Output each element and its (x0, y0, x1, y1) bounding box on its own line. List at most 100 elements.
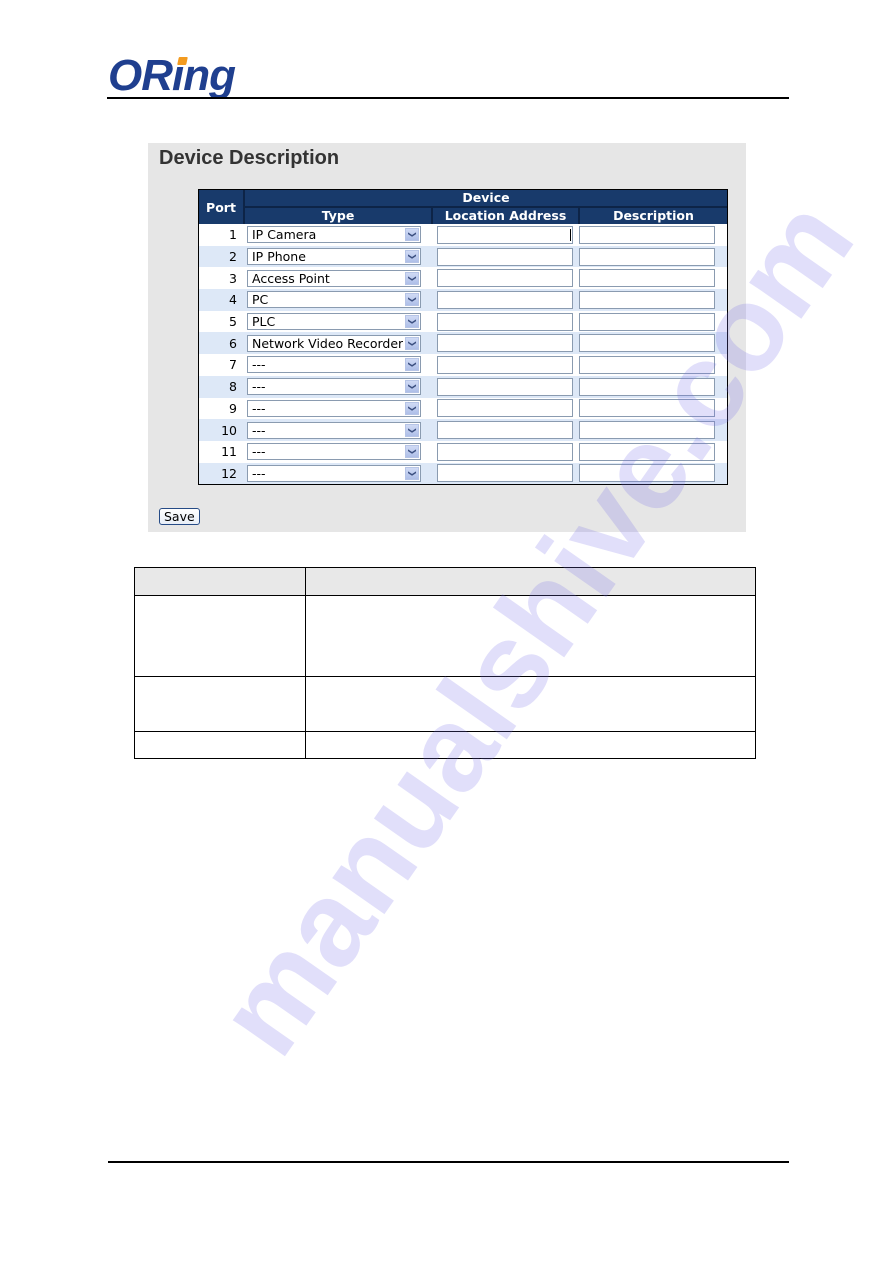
save-button[interactable]: Save (159, 508, 200, 525)
location-address-input[interactable] (437, 312, 573, 331)
table-row: 11 --- ❯ (199, 441, 727, 463)
page-title: Device Description (159, 147, 340, 169)
device-type-value: --- (252, 422, 266, 438)
column-group-device: Device (245, 190, 727, 208)
table-row: 9 --- ❯ (199, 398, 727, 420)
device-type-value: PLC (252, 314, 276, 330)
device-type-select[interactable]: IP Phone ❯ (247, 248, 421, 266)
description-input[interactable] (579, 334, 715, 353)
device-type-select[interactable]: --- ❯ (247, 464, 421, 482)
description-input[interactable] (579, 442, 715, 461)
device-type-select[interactable]: PLC ❯ (247, 313, 421, 331)
description-input[interactable] (579, 225, 715, 244)
row-label (134, 731, 306, 759)
device-type-select[interactable]: PC ❯ (247, 291, 421, 309)
location-address-input[interactable] (437, 269, 573, 288)
chevron-down-icon[interactable]: ❯ (405, 445, 419, 459)
location-address-input[interactable] (437, 225, 573, 244)
port-number: 2 (229, 249, 237, 265)
table-row: 6 Network Video Recorder ❯ (199, 332, 727, 355)
description-input[interactable] (579, 421, 715, 440)
device-type-value: --- (252, 400, 266, 416)
device-type-value: --- (252, 379, 266, 395)
port-number: 6 (229, 335, 237, 351)
table-row (134, 731, 756, 759)
device-type-value: --- (252, 465, 266, 481)
device-description-panel: Device Description Port Device Type Loca… (148, 143, 746, 532)
row-description (305, 676, 756, 732)
table-row (134, 676, 756, 732)
device-type-select[interactable]: IP Camera ❯ (247, 226, 421, 244)
device-type-select[interactable]: --- ❯ (247, 399, 421, 417)
table-row: 7 --- ❯ (199, 354, 727, 376)
description-input[interactable] (579, 247, 715, 266)
device-table: Port Device Type Location Address Descri… (198, 189, 728, 486)
header-cell-label (134, 567, 306, 596)
location-address-input[interactable] (437, 464, 573, 483)
device-type-value: Access Point (252, 270, 330, 286)
port-number: 3 (229, 270, 237, 286)
table-row: 1 IP Camera ❯ (199, 224, 727, 246)
table-row: 10 --- ❯ (199, 419, 727, 441)
port-number: 12 (221, 465, 237, 481)
column-header-description: Description (613, 208, 694, 223)
port-number: 10 (221, 422, 237, 438)
description-input[interactable] (579, 399, 715, 418)
location-address-input[interactable] (437, 247, 573, 266)
chevron-down-icon[interactable]: ❯ (405, 401, 419, 415)
device-type-value: IP Camera (252, 227, 317, 243)
column-header-type: Type (245, 208, 433, 224)
description-input[interactable] (579, 464, 715, 483)
description-input[interactable] (579, 355, 715, 374)
chevron-down-icon[interactable]: ❯ (405, 271, 419, 285)
device-type-select[interactable]: --- ❯ (247, 356, 421, 374)
table-row: 8 --- ❯ (199, 375, 727, 398)
location-address-input[interactable] (437, 421, 573, 440)
port-number: 11 (221, 444, 237, 460)
device-type-value: Network Video Recorder (252, 335, 404, 351)
chevron-down-icon[interactable]: ❯ (405, 228, 419, 242)
table-row (134, 595, 756, 677)
chevron-down-icon[interactable]: ❯ (405, 293, 419, 307)
device-type-select[interactable]: --- ❯ (247, 443, 421, 461)
description-input[interactable] (579, 290, 715, 309)
location-address-input[interactable] (437, 334, 573, 353)
chevron-down-icon[interactable]: ❯ (405, 358, 419, 372)
location-address-input[interactable] (437, 377, 573, 396)
chevron-down-icon[interactable]: ❯ (405, 423, 419, 437)
column-header-port: Port (199, 190, 245, 224)
table-row: 4 PC ❯ (199, 289, 727, 311)
description-input[interactable] (579, 377, 715, 396)
port-number: 5 (229, 314, 237, 330)
chevron-down-icon[interactable]: ❯ (405, 380, 419, 394)
device-type-select[interactable]: Access Point ❯ (247, 269, 421, 287)
device-type-select[interactable]: --- ❯ (247, 421, 421, 439)
parameter-table (134, 567, 756, 759)
oring-logo: ORing (108, 51, 236, 100)
parameter-table-header (134, 567, 756, 596)
chevron-down-icon[interactable]: ❯ (405, 336, 419, 350)
description-input[interactable] (579, 269, 715, 288)
row-label (134, 595, 306, 677)
chevron-down-icon[interactable]: ❯ (405, 250, 419, 264)
device-type-value: IP Phone (252, 249, 306, 265)
chevron-down-icon[interactable]: ❯ (405, 466, 419, 480)
row-description (305, 731, 756, 759)
table-header: Port Device Type Location Address Descri… (199, 190, 727, 224)
device-type-select[interactable]: --- ❯ (247, 378, 421, 396)
device-type-value: --- (252, 357, 266, 373)
location-address-input[interactable] (437, 355, 573, 374)
description-input[interactable] (579, 312, 715, 331)
table-row: 2 IP Phone ❯ (199, 245, 727, 268)
column-header-location-address: Location Address (433, 208, 580, 224)
device-type-value: PC (252, 292, 269, 308)
footer-rule (108, 1161, 789, 1163)
header-rule (107, 97, 789, 99)
device-type-select[interactable]: Network Video Recorder ❯ (247, 334, 421, 352)
row-label (134, 676, 306, 732)
location-address-input[interactable] (437, 442, 573, 461)
location-address-input[interactable] (437, 290, 573, 309)
chevron-down-icon[interactable]: ❯ (405, 315, 419, 329)
port-number: 1 (229, 227, 237, 243)
location-address-input[interactable] (437, 399, 573, 418)
